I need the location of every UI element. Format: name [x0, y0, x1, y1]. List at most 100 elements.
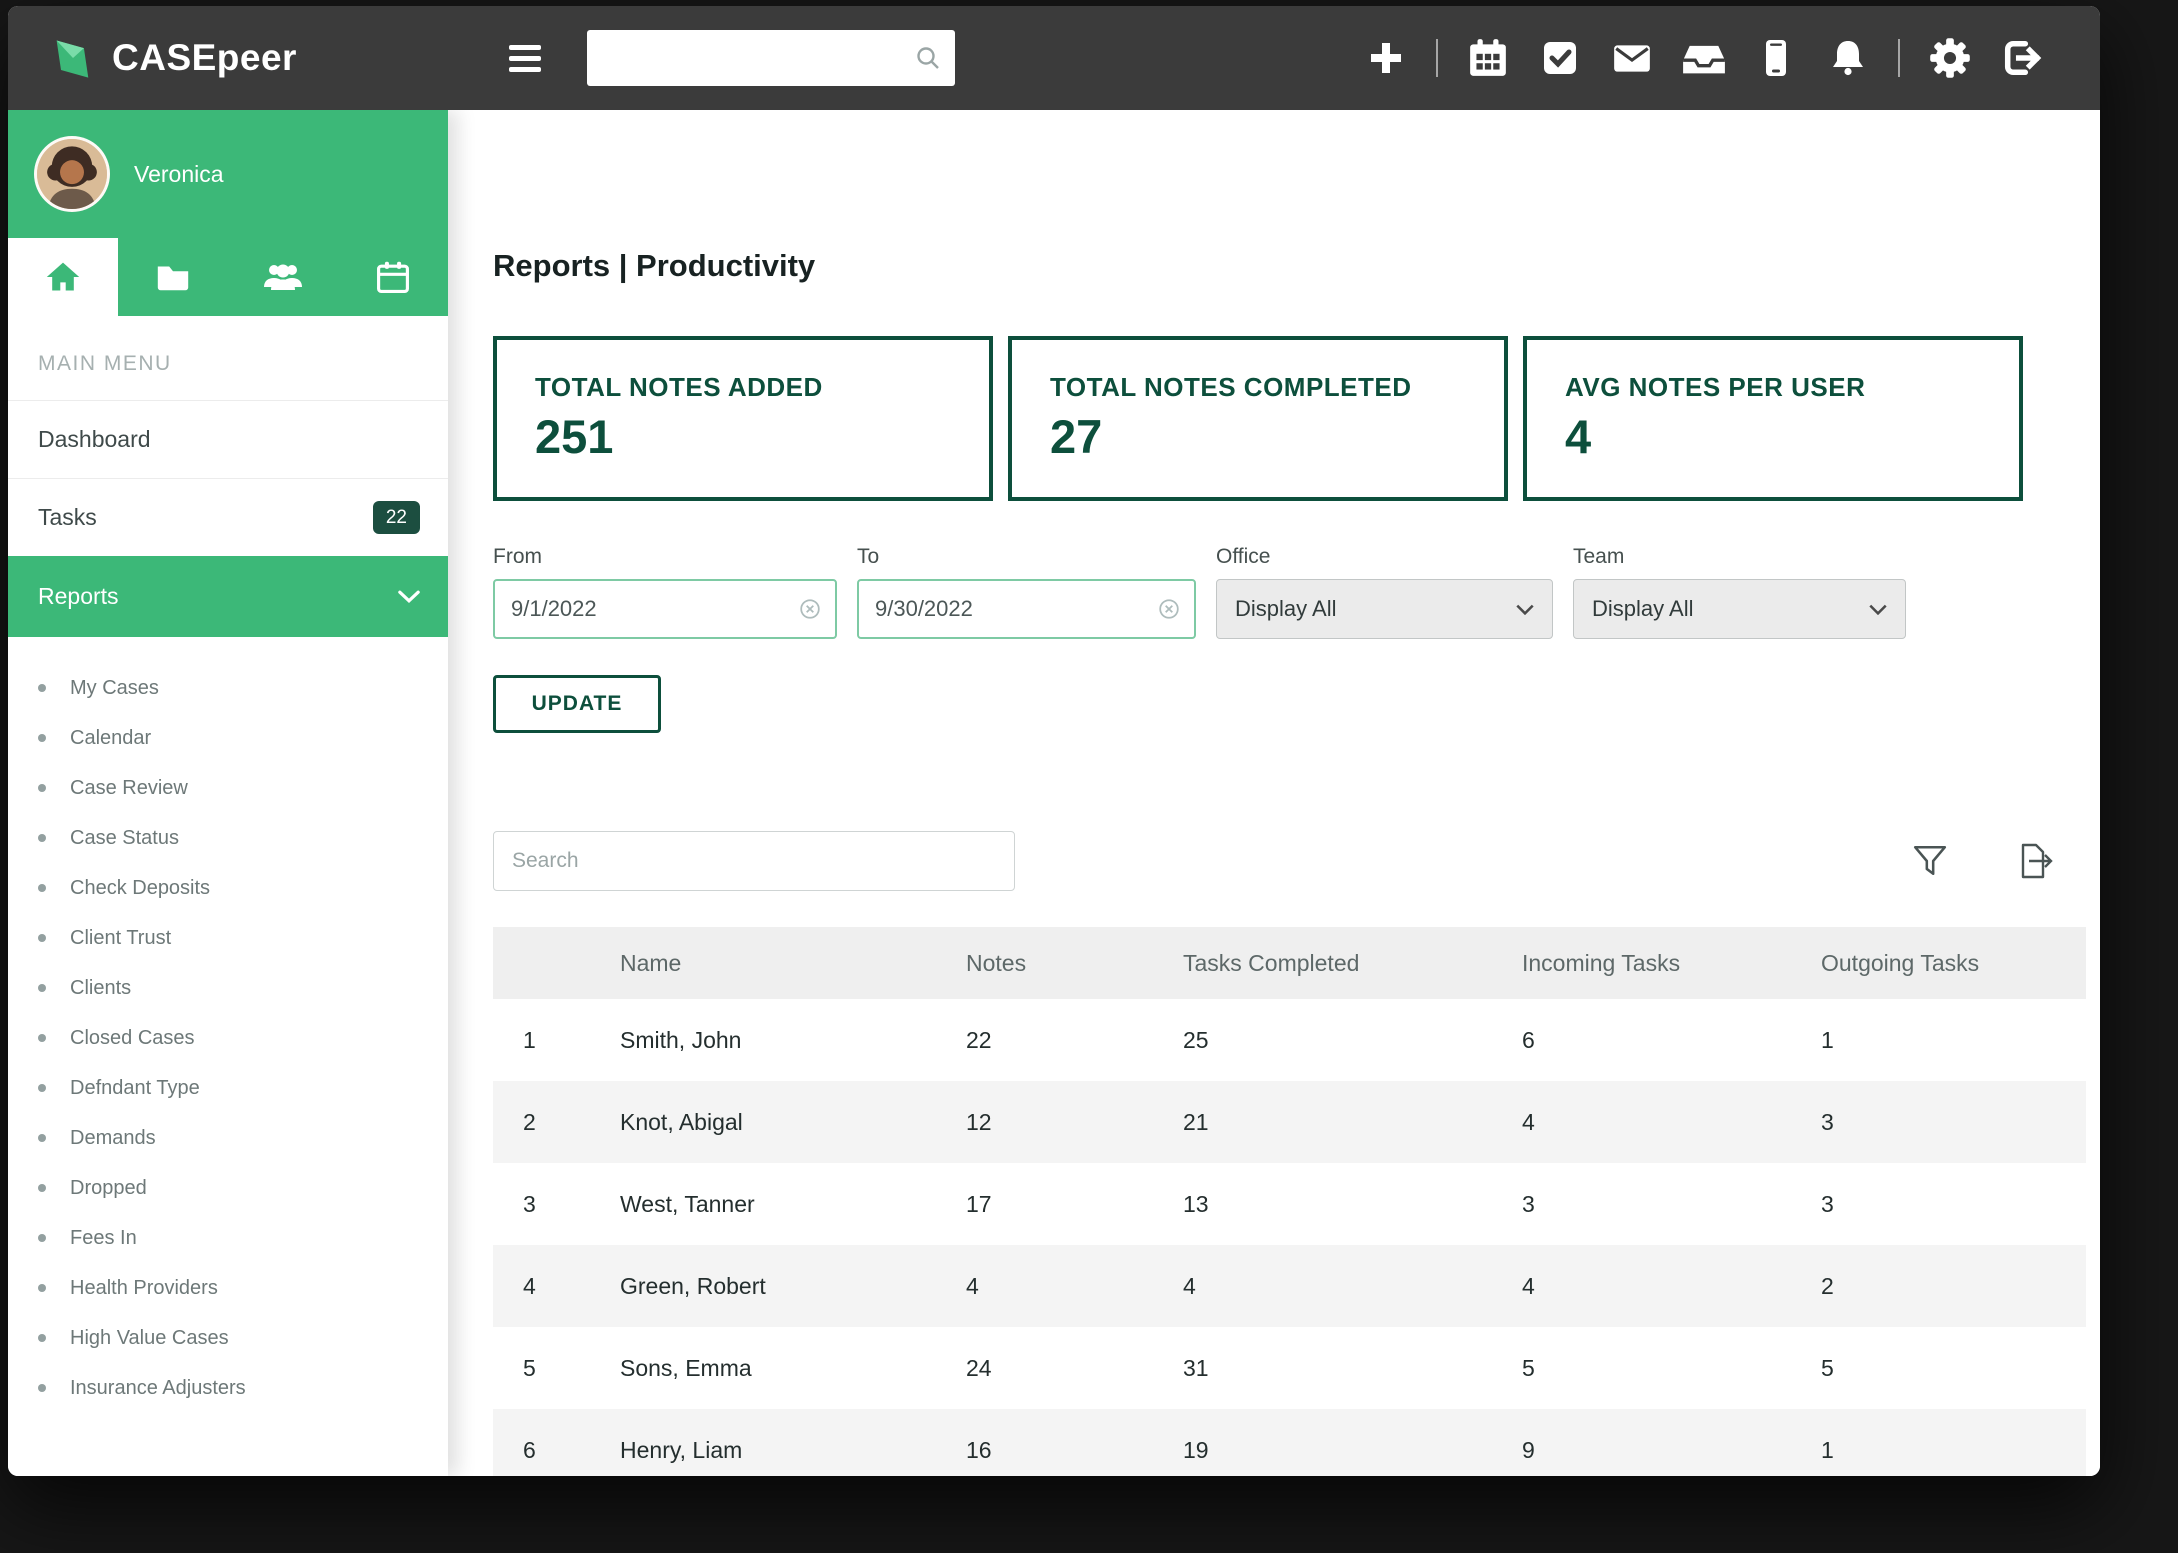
settings-button[interactable]	[1928, 36, 1972, 80]
cell-notes: 22	[966, 1027, 1183, 1054]
user-panel: Veronica	[8, 110, 448, 238]
tab-home[interactable]	[8, 238, 118, 316]
table-row[interactable]: 3 West, Tanner 17 13 3 3	[493, 1163, 2086, 1245]
report-submenu-label: Demands	[70, 1127, 156, 1150]
table-row[interactable]: 6 Henry, Liam 16 19 9 1	[493, 1409, 2086, 1476]
topbar-actions	[1364, 36, 2044, 80]
menu-toggle-button[interactable]	[509, 45, 541, 72]
filter-team: Team Display All	[1573, 545, 1906, 639]
to-date-input[interactable]	[875, 596, 1158, 622]
cell-outgoing-tasks: 2	[1821, 1273, 2086, 1300]
clear-from-date-button[interactable]	[799, 598, 821, 620]
cell-tasks-completed: 31	[1183, 1355, 1522, 1382]
report-submenu-item[interactable]: My Cases	[8, 663, 448, 713]
brand-logo[interactable]: CASEpeer	[50, 34, 297, 82]
report-submenu-item[interactable]: Fees In	[8, 1213, 448, 1263]
calendar-icon	[1467, 37, 1509, 79]
report-submenu-item[interactable]: Health Providers	[8, 1263, 448, 1313]
cell-outgoing-tasks: 1	[1821, 1027, 2086, 1054]
clear-icon	[799, 598, 821, 620]
report-submenu-item[interactable]: Calendar	[8, 713, 448, 763]
stat-card-total-notes-added: TOTAL NOTES ADDED 251	[493, 336, 993, 501]
calendar-button[interactable]	[1466, 36, 1510, 80]
cell-notes: 12	[966, 1109, 1183, 1136]
report-submenu-item[interactable]: High Value Cases	[8, 1313, 448, 1363]
tab-calendar[interactable]	[338, 238, 448, 316]
cell-tasks-completed: 19	[1183, 1437, 1522, 1464]
topbar: CASEpeer	[8, 6, 2100, 110]
report-submenu-item[interactable]: Insurance Adjusters	[8, 1363, 448, 1413]
mail-button[interactable]	[1610, 36, 1654, 80]
report-submenu-item[interactable]: Closed Cases	[8, 1013, 448, 1063]
bell-icon	[1828, 38, 1868, 78]
report-submenu-item[interactable]: Dropped	[8, 1163, 448, 1213]
bullet-icon	[38, 834, 46, 842]
bullet-icon	[38, 1084, 46, 1092]
office-selected-value: Display All	[1235, 596, 1336, 622]
table-body: 1 Smith, John 22 25 6 1 2 Knot, Abigal 1…	[493, 999, 2086, 1476]
page-title: Reports | Productivity	[493, 248, 2086, 284]
cell-tasks-completed: 21	[1183, 1109, 1522, 1136]
from-date-input[interactable]	[511, 596, 799, 622]
mobile-button[interactable]	[1754, 36, 1798, 80]
report-submenu-item[interactable]: Demands	[8, 1113, 448, 1163]
sidebar-item-label: Tasks	[38, 504, 97, 531]
tasks-button[interactable]	[1538, 36, 1582, 80]
brand-icon	[50, 34, 96, 82]
header-incoming-tasks: Incoming Tasks	[1522, 950, 1821, 977]
bullet-icon	[38, 1334, 46, 1342]
update-button[interactable]: UPDATE	[493, 675, 661, 733]
bullet-icon	[38, 1184, 46, 1192]
stat-label: TOTAL NOTES COMPLETED	[1050, 372, 1504, 403]
report-submenu-item[interactable]: Client Trust	[8, 913, 448, 963]
logout-button[interactable]	[2000, 36, 2044, 80]
main-content: Reports | Productivity TOTAL NOTES ADDED…	[448, 110, 2100, 1476]
plus-icon	[1366, 38, 1406, 78]
table-row[interactable]: 1 Smith, John 22 25 6 1	[493, 999, 2086, 1081]
chevron-down-icon	[1516, 604, 1534, 615]
cell-index: 4	[493, 1273, 620, 1300]
filters-row: From To	[493, 545, 2086, 639]
header-tasks-completed: Tasks Completed	[1183, 950, 1522, 977]
inbox-button[interactable]	[1682, 36, 1726, 80]
report-submenu-item[interactable]: Case Review	[8, 763, 448, 813]
cell-name: West, Tanner	[620, 1191, 966, 1218]
clear-to-date-button[interactable]	[1158, 598, 1180, 620]
cell-incoming-tasks: 4	[1522, 1109, 1821, 1136]
office-select[interactable]: Display All	[1216, 579, 1553, 639]
table-row[interactable]: 5 Sons, Emma 24 31 5 5	[493, 1327, 2086, 1409]
table-row[interactable]: 2 Knot, Abigal 12 21 4 3	[493, 1081, 2086, 1163]
filter-button[interactable]	[1908, 839, 1952, 883]
cell-incoming-tasks: 3	[1522, 1191, 1821, 1218]
filter-to: To	[857, 545, 1196, 639]
report-submenu-item[interactable]: Clients	[8, 963, 448, 1013]
report-submenu-label: Client Trust	[70, 927, 171, 950]
notifications-button[interactable]	[1826, 36, 1870, 80]
table-row[interactable]: 4 Green, Robert 4 4 4 2	[493, 1245, 2086, 1327]
add-button[interactable]	[1364, 36, 1408, 80]
sidebar-item-dashboard[interactable]: Dashboard	[8, 400, 448, 478]
task-check-icon	[1540, 38, 1580, 78]
clear-icon	[1158, 598, 1180, 620]
stat-label: AVG NOTES PER USER	[1565, 372, 2019, 403]
avatar[interactable]	[34, 136, 110, 212]
header-notes: Notes	[966, 950, 1183, 977]
team-select[interactable]: Display All	[1573, 579, 1906, 639]
report-submenu-item[interactable]: Defndant Type	[8, 1063, 448, 1113]
sidebar-item-reports[interactable]: Reports	[8, 556, 448, 637]
cell-outgoing-tasks: 3	[1821, 1191, 2086, 1218]
table-search-input[interactable]	[512, 849, 996, 873]
tab-contacts[interactable]	[228, 238, 338, 316]
export-button[interactable]	[2014, 839, 2058, 883]
sidebar-item-tasks[interactable]: Tasks 22	[8, 478, 448, 556]
stat-label: TOTAL NOTES ADDED	[535, 372, 989, 403]
mobile-phone-icon	[1756, 37, 1796, 79]
global-search-input[interactable]	[603, 46, 915, 70]
report-submenu-item[interactable]: Check Deposits	[8, 863, 448, 913]
bullet-icon	[38, 784, 46, 792]
to-label: To	[857, 545, 1196, 569]
report-submenu-item[interactable]: Case Status	[8, 813, 448, 863]
cell-outgoing-tasks: 1	[1821, 1437, 2086, 1464]
tab-cases[interactable]	[118, 238, 228, 316]
report-submenu-label: Dropped	[70, 1177, 147, 1200]
